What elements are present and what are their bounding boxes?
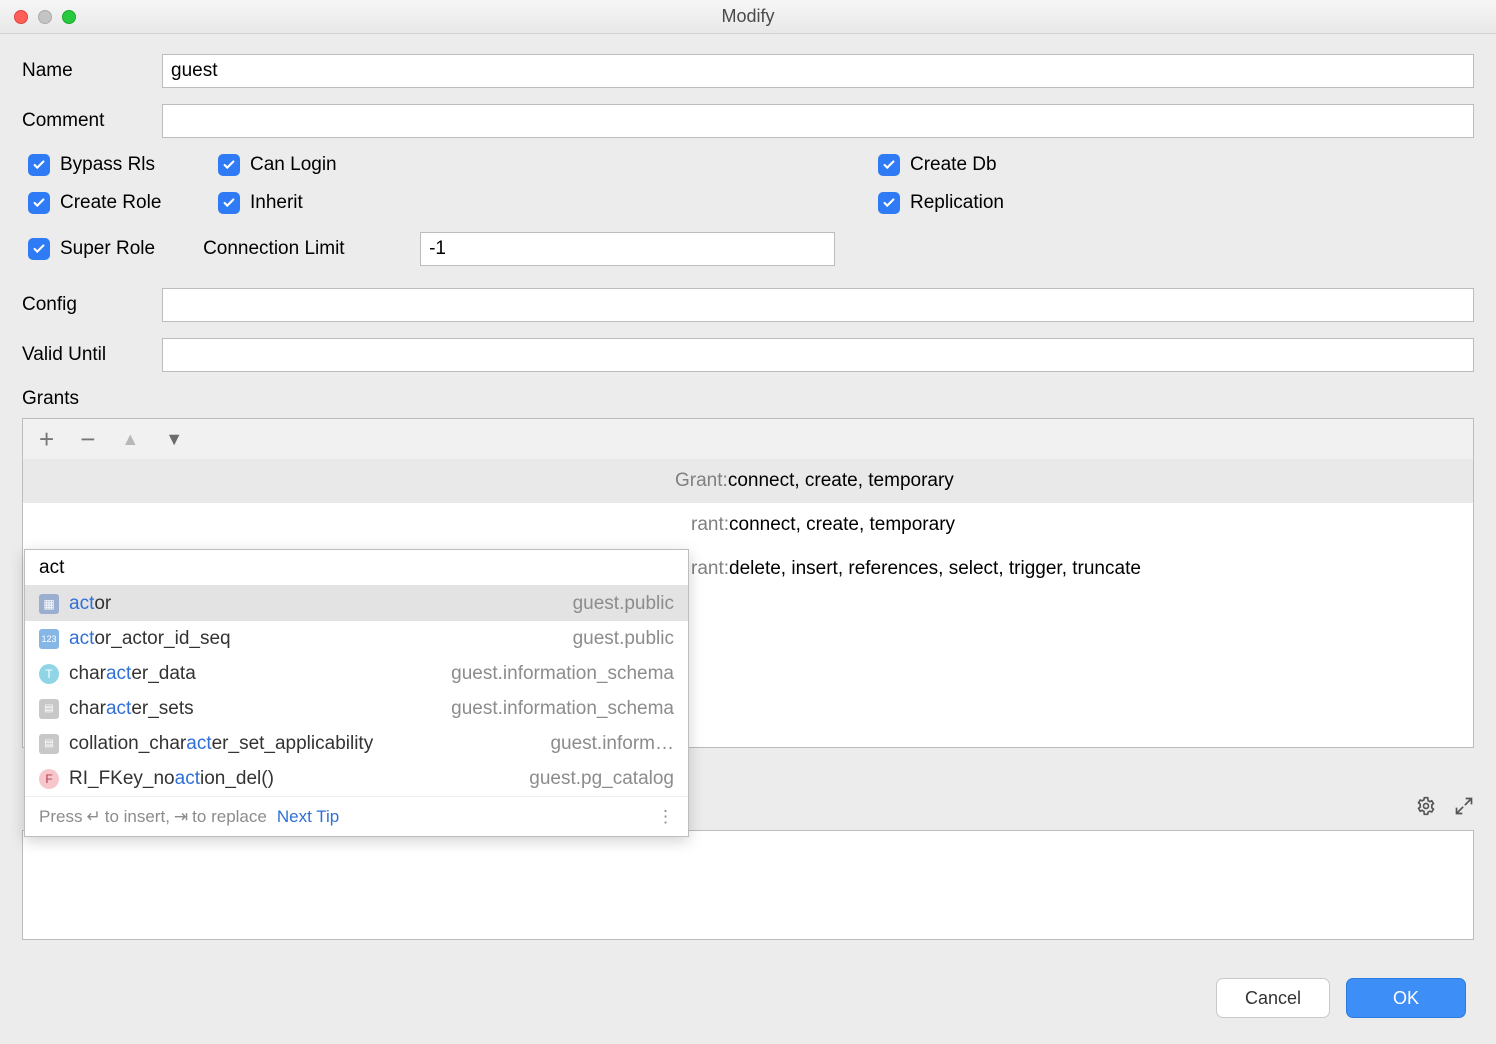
view-icon: ▤	[39, 699, 59, 719]
autocomplete-location: guest.inform…	[550, 733, 674, 755]
replication-label: Replication	[910, 192, 1004, 214]
remove-button[interactable]: −	[80, 426, 95, 452]
inherit-label: Inherit	[250, 192, 303, 214]
check-icon	[218, 192, 240, 214]
function-icon: F	[39, 769, 59, 789]
autocomplete-item[interactable]: T character_data guest.information_schem…	[25, 656, 688, 691]
move-down-button[interactable]: ▼	[165, 429, 183, 450]
expand-icon[interactable]	[1454, 796, 1474, 822]
autocomplete-item[interactable]: F RI_FKey_noaction_del() guest.pg_catalo…	[25, 761, 688, 796]
move-up-button[interactable]: ▲	[121, 429, 139, 450]
grant-row[interactable]: Grant: connect, create, temporary	[23, 459, 1473, 503]
create-role-checkbox[interactable]: Create Role	[28, 192, 218, 214]
autocomplete-item[interactable]: ▤ character_sets guest.information_schem…	[25, 691, 688, 726]
type-icon: T	[39, 664, 59, 684]
table-icon: ▦	[39, 594, 59, 614]
grant-value: connect, create, temporary	[728, 470, 954, 492]
create-db-checkbox[interactable]: Create Db	[878, 154, 1474, 176]
name-label: Name	[22, 60, 162, 82]
super-role-label: Super Role	[60, 238, 155, 260]
more-icon[interactable]: ⋮	[657, 807, 674, 827]
grants-label: Grants	[22, 388, 1474, 410]
create-role-label: Create Role	[60, 192, 161, 214]
autocomplete-location: guest.pg_catalog	[529, 768, 674, 790]
autocomplete-location: guest.information_schema	[451, 663, 674, 685]
valid-until-label: Valid Until	[22, 344, 162, 366]
autocomplete-location: guest.information_schema	[451, 698, 674, 720]
can-login-label: Can Login	[250, 154, 337, 176]
sequence-icon: 123	[39, 629, 59, 649]
inherit-checkbox[interactable]: Inherit	[218, 192, 878, 214]
dialog-buttons: Cancel OK	[1216, 978, 1466, 1018]
check-icon	[28, 238, 50, 260]
can-login-checkbox[interactable]: Can Login	[218, 154, 878, 176]
add-button[interactable]: +	[39, 426, 54, 452]
comment-input[interactable]	[162, 104, 1474, 138]
autocomplete-location: guest.public	[573, 628, 674, 650]
config-label: Config	[22, 294, 162, 316]
grants-toolbar: + − ▲ ▼	[23, 419, 1473, 459]
check-icon	[878, 154, 900, 176]
grant-key: rant:	[691, 558, 729, 580]
check-icon	[218, 154, 240, 176]
autocomplete-popup: ▦ actor guest.public 123 actor_actor_id_…	[24, 549, 689, 837]
autocomplete-footer: Press ↵ to insert, ⇥ to replace Next Tip…	[25, 796, 688, 836]
autocomplete-item[interactable]: 123 actor_actor_id_seq guest.public	[25, 621, 688, 656]
view-icon: ▤	[39, 734, 59, 754]
autocomplete-input[interactable]	[25, 553, 688, 583]
grant-row[interactable]: rant: connect, create, temporary	[23, 503, 1473, 547]
create-db-label: Create Db	[910, 154, 997, 176]
autocomplete-item[interactable]: ▦ actor guest.public	[25, 586, 688, 621]
config-input[interactable]	[162, 288, 1474, 322]
titlebar: Modify	[0, 0, 1496, 34]
window-title: Modify	[0, 6, 1496, 27]
name-input[interactable]	[162, 54, 1474, 88]
gear-icon[interactable]	[1416, 796, 1436, 822]
bypass-rls-checkbox[interactable]: Bypass Rls	[28, 154, 218, 176]
connection-limit-input[interactable]	[420, 232, 835, 266]
autocomplete-location: guest.public	[573, 593, 674, 615]
check-icon	[878, 192, 900, 214]
tab-icon: ⇥	[174, 807, 188, 827]
enter-icon: ↵	[86, 807, 100, 827]
check-icon	[28, 154, 50, 176]
grant-value: connect, create, temporary	[729, 514, 955, 536]
connection-limit-label: Connection Limit	[203, 238, 398, 260]
check-icon	[28, 192, 50, 214]
cancel-button[interactable]: Cancel	[1216, 978, 1330, 1018]
grant-value: delete, insert, references, select, trig…	[729, 558, 1141, 580]
bypass-rls-label: Bypass Rls	[60, 154, 155, 176]
next-tip-link[interactable]: Next Tip	[277, 807, 339, 827]
replication-checkbox[interactable]: Replication	[878, 192, 1474, 214]
valid-until-input[interactable]	[162, 338, 1474, 372]
ok-button[interactable]: OK	[1346, 978, 1466, 1018]
super-role-checkbox[interactable]: Super Role	[28, 238, 155, 260]
autocomplete-item[interactable]: ▤ collation_character_set_applicability …	[25, 726, 688, 761]
sql-preview[interactable]	[22, 830, 1474, 940]
autocomplete-input-row	[25, 550, 688, 586]
comment-label: Comment	[22, 110, 162, 132]
grant-key: Grant:	[675, 470, 728, 492]
grant-key: rant:	[691, 514, 729, 536]
